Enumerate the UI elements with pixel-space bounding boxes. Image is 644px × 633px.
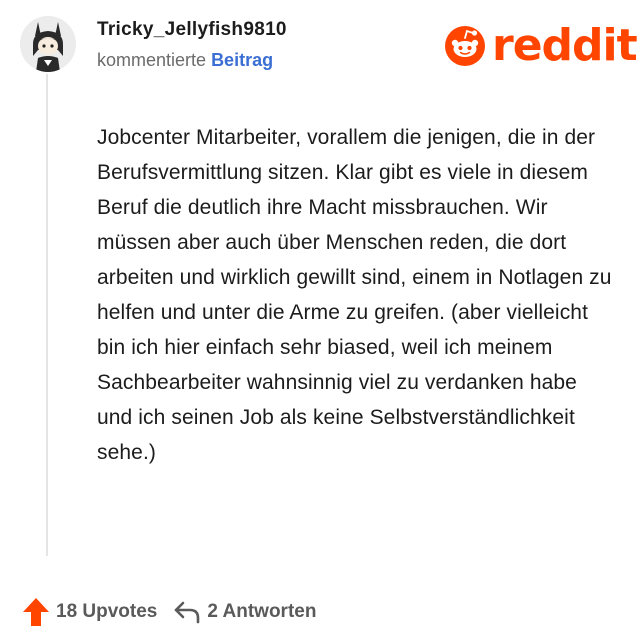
upvote-arrow-icon[interactable] [22,597,50,627]
thread-line [46,74,48,556]
reddit-wordmark: reddit [492,20,638,71]
user-avatar[interactable] [20,16,76,72]
comment-body: Jobcenter Mitarbeiter, vorallem die jeni… [97,126,612,464]
reddit-snoo-icon [445,26,485,66]
reply-button[interactable]: 2 Antworten [173,599,316,625]
username[interactable]: Tricky_Jellyfish9810 [97,19,287,41]
avatar-character-icon [20,16,76,72]
reply-arrow-icon [175,601,200,624]
comment-meta: kommentierte Beitrag [97,50,273,71]
post-link[interactable]: Beitrag [211,50,273,70]
reddit-logo: reddit [444,20,638,71]
upvote-count[interactable]: 18 Upvotes [56,601,157,623]
action-text: kommentierte [97,50,207,70]
comment-actions: 18 Upvotes 2 Antworten [22,597,316,627]
reply-count: 2 Antworten [207,601,317,622]
